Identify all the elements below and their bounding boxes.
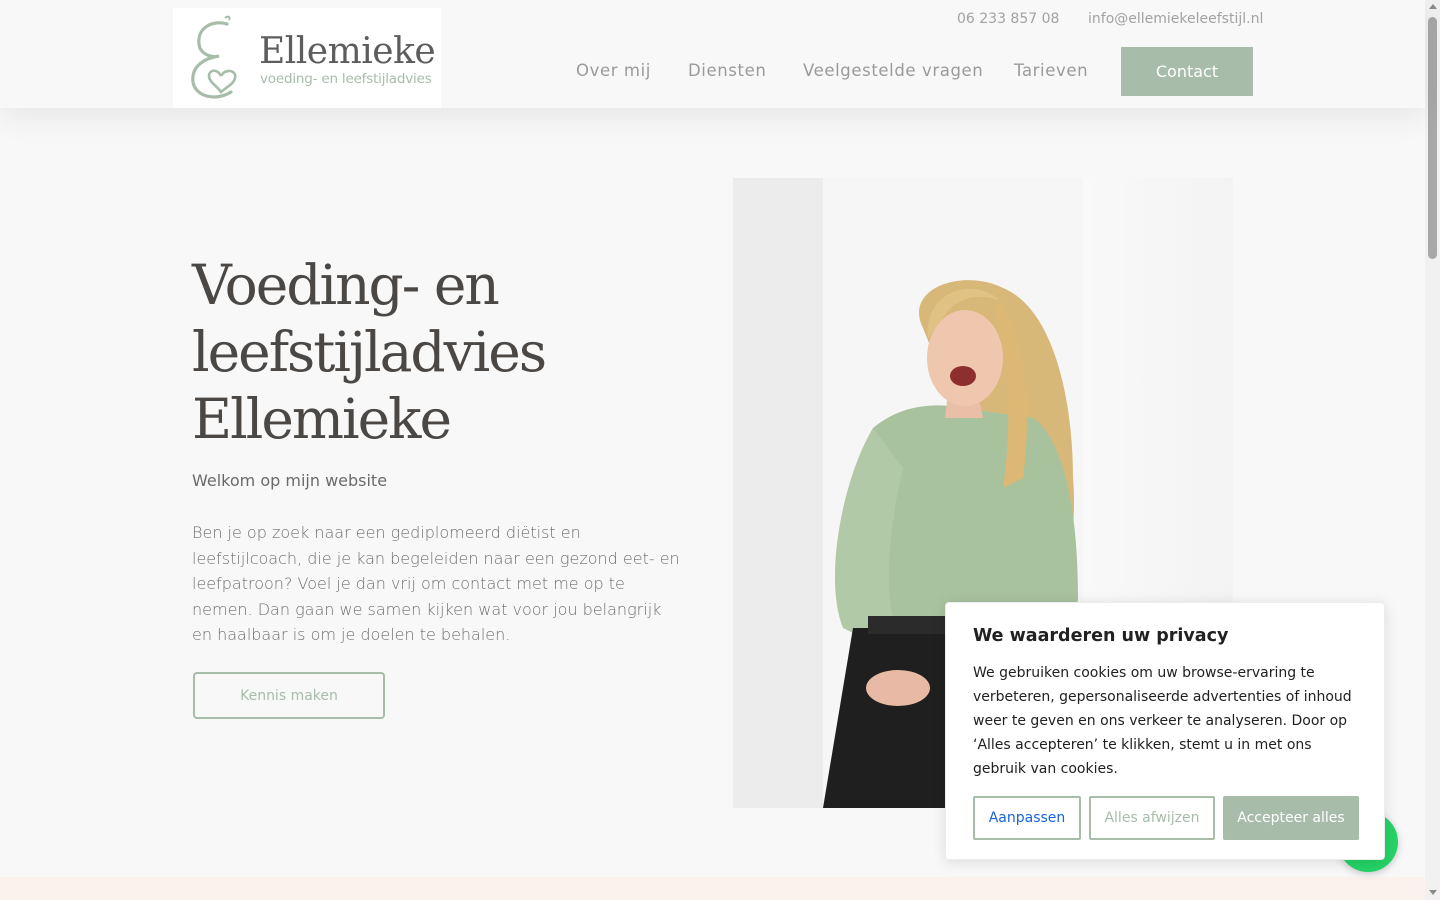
- next-section-strip: [0, 877, 1425, 900]
- nav-item-over-mij[interactable]: Over mij: [576, 61, 651, 80]
- logo-subtitle: voeding- en leefstijladvies: [260, 71, 432, 87]
- phone-link[interactable]: 06 233 857 08: [957, 11, 1059, 27]
- scroll-down-icon[interactable]: [1429, 890, 1437, 895]
- cookie-text: We gebruiken cookies om uw browse-ervari…: [973, 665, 1352, 777]
- page-scrollbar[interactable]: [1425, 0, 1440, 900]
- hero-subtitle: Welkom op mijn website: [192, 471, 388, 490]
- site-logo[interactable]: Ellemieke voeding- en leefstijladvies: [173, 8, 441, 108]
- cookie-customize-button[interactable]: Aanpassen: [973, 796, 1081, 840]
- cookie-title: We waarderen uw privacy: [973, 626, 1229, 646]
- nav-item-veelgestelde-vragen[interactable]: Veelgestelde vragen: [803, 61, 983, 80]
- cookie-accept-button[interactable]: Accepteer alles: [1223, 796, 1359, 840]
- contact-button[interactable]: Contact: [1121, 47, 1253, 96]
- nav-item-diensten[interactable]: Diensten: [688, 61, 766, 80]
- email-link[interactable]: info@ellemiekeleefstijl.nl: [1088, 11, 1263, 27]
- logo-e-heart-icon: [191, 15, 237, 99]
- scrollbar-thumb[interactable]: [1428, 17, 1437, 259]
- logo-title: Ellemieke: [259, 31, 436, 72]
- scroll-up-icon[interactable]: [1429, 4, 1437, 9]
- site-header: Ellemieke voeding- en leefstijladvies 06…: [0, 0, 1425, 108]
- cookie-consent-panel: We waarderen uw privacy We gebruiken coo…: [945, 602, 1385, 860]
- hero-title: Voeding- en leefstijladvies Ellemieke: [192, 253, 547, 451]
- cookie-reject-button[interactable]: Alles afwijzen: [1089, 796, 1215, 840]
- kennis-maken-button[interactable]: Kennis maken: [193, 672, 385, 719]
- hero-text: Ben je op zoek naar een gediplomeerd dië…: [192, 523, 680, 645]
- nav-item-tarieven[interactable]: Tarieven: [1014, 61, 1088, 80]
